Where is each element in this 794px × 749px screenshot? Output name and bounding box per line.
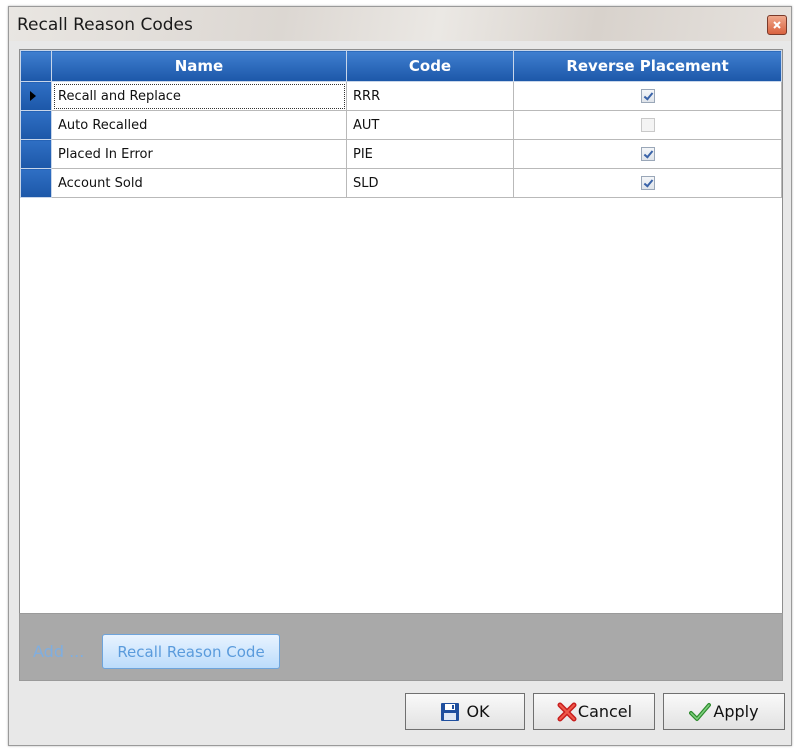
row-selector[interactable]: [20, 168, 52, 198]
reverse-placement-checkbox[interactable]: [640, 176, 655, 190]
current-row-arrow-icon: [30, 91, 36, 101]
row-selector[interactable]: [20, 81, 52, 111]
cancel-button[interactable]: Cancel: [533, 693, 655, 730]
name-cell[interactable]: Account Sold: [51, 168, 347, 198]
floppy-disk-icon: [440, 702, 460, 722]
grid-table: Name Code Reverse Placement Recall and R…: [20, 50, 782, 198]
code-cell[interactable]: SLD: [346, 168, 514, 198]
window-title: Recall Reason Codes: [17, 15, 193, 35]
table-row[interactable]: Recall and Replace RRR: [20, 81, 782, 111]
name-cell[interactable]: Auto Recalled: [51, 110, 347, 140]
reverse-placement-cell[interactable]: [513, 81, 782, 111]
table-row[interactable]: Auto Recalled AUT: [20, 110, 782, 140]
row-selector-header: [20, 50, 52, 82]
red-x-icon: [556, 701, 578, 723]
table-row[interactable]: Placed In Error PIE: [20, 139, 782, 169]
ok-label: OK: [466, 702, 490, 721]
row-selector[interactable]: [20, 139, 52, 169]
green-checkmark-icon: [689, 702, 712, 722]
name-cell[interactable]: Placed In Error: [51, 139, 347, 169]
dialog-window: Recall Reason Codes Name Code Reverse Pl…: [8, 6, 792, 746]
recall-reason-code-button[interactable]: Recall Reason Code: [102, 634, 280, 669]
row-selector[interactable]: [20, 110, 52, 140]
name-cell[interactable]: Recall and Replace: [51, 81, 347, 111]
apply-button[interactable]: Apply: [663, 693, 785, 730]
title-bar[interactable]: Recall Reason Codes: [9, 7, 791, 41]
code-cell[interactable]: PIE: [346, 139, 514, 169]
add-link[interactable]: Add ...: [33, 642, 84, 661]
reverse-placement-cell[interactable]: [513, 110, 782, 140]
table-row[interactable]: Account Sold SLD: [20, 168, 782, 198]
reverse-placement-cell[interactable]: [513, 139, 782, 169]
reverse-placement-cell[interactable]: [513, 168, 782, 198]
apply-label: Apply: [713, 702, 759, 721]
close-button[interactable]: [767, 15, 787, 35]
close-icon: [772, 20, 782, 30]
recall-reason-grid: Name Code Reverse Placement Recall and R…: [19, 49, 783, 617]
ok-button[interactable]: OK: [405, 693, 525, 730]
reverse-placement-checkbox[interactable]: [640, 89, 655, 103]
reverse-placement-checkbox[interactable]: [640, 147, 655, 161]
grid-action-bar: Add ... Recall Reason Code: [19, 613, 783, 681]
code-cell[interactable]: AUT: [346, 110, 514, 140]
cancel-label: Cancel: [577, 702, 633, 721]
grid-header-row: Name Code Reverse Placement: [20, 50, 782, 82]
column-header-reverse-placement[interactable]: Reverse Placement: [513, 50, 782, 82]
code-cell[interactable]: RRR: [346, 81, 514, 111]
column-header-name[interactable]: Name: [51, 50, 347, 82]
column-header-code[interactable]: Code: [346, 50, 514, 82]
reverse-placement-checkbox[interactable]: [640, 118, 655, 132]
